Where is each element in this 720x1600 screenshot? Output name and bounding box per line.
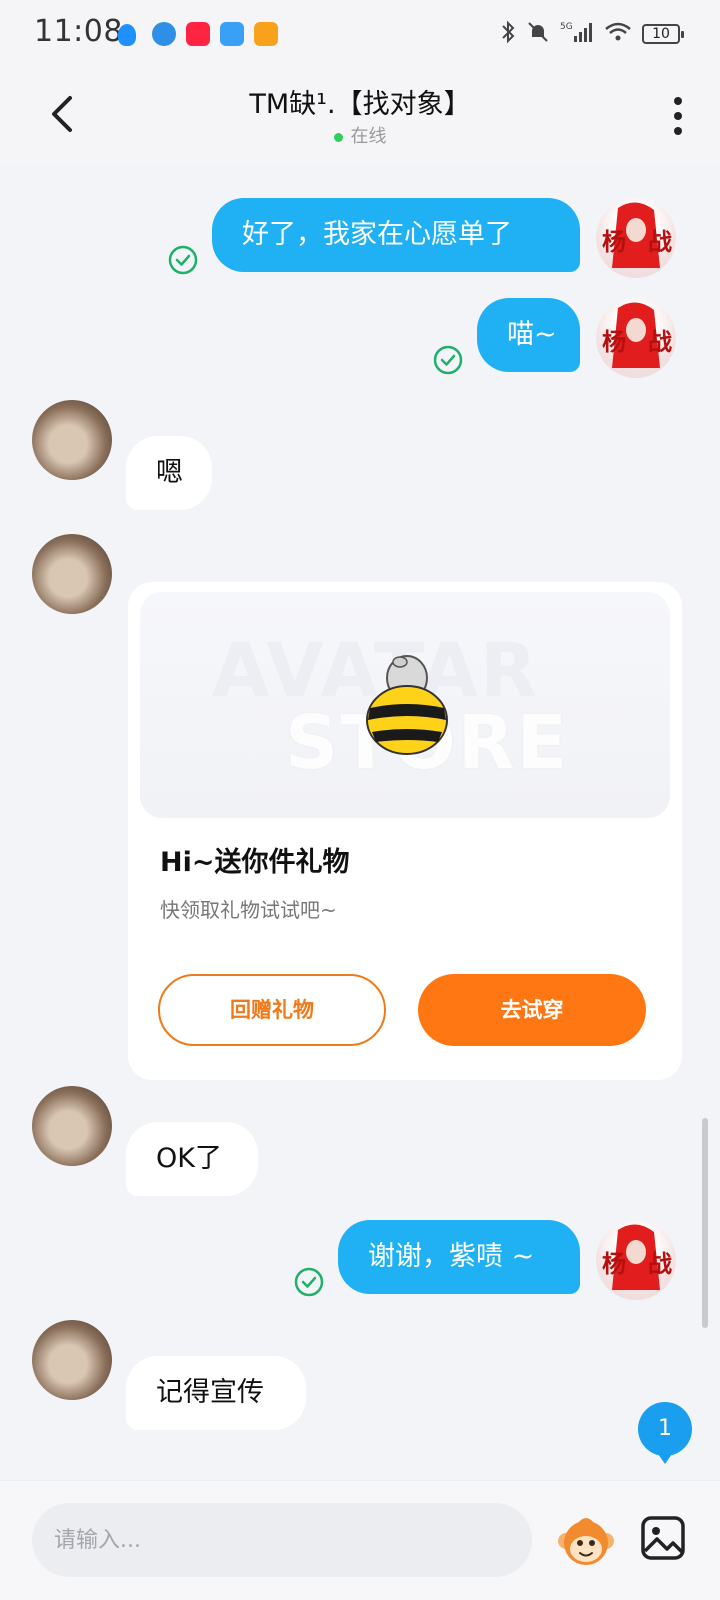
gift-subtitle: 快领取礼物试试吧~	[160, 898, 337, 922]
message-bubble-sent[interactable]: 谢谢，紫啧 ~	[338, 1220, 580, 1294]
more-options-button[interactable]	[668, 94, 688, 138]
contact-avatar[interactable]	[32, 1086, 112, 1166]
video-app-icon	[254, 22, 278, 46]
weather-app-icon	[220, 22, 244, 46]
browser-app-icon	[152, 22, 176, 46]
xiaohongshu-app-icon	[186, 22, 210, 46]
my-avatar[interactable]: 杨战	[596, 198, 676, 278]
svg-text:战: 战	[648, 1249, 672, 1278]
read-check-icon	[433, 345, 463, 375]
unread-count-badge[interactable]: 1	[638, 1402, 692, 1464]
chat-header: TM缺¹.【找对象】 在线	[0, 68, 720, 164]
chat-title: TM缺¹.【找对象】	[249, 89, 471, 120]
return-gift-button[interactable]: 回赠礼物	[158, 974, 386, 1046]
message-bubble-received[interactable]: 嗯	[126, 436, 212, 510]
my-avatar[interactable]: 杨战	[596, 298, 676, 378]
gift-image: AVATAR STORE	[140, 592, 670, 818]
monkey-sticker-icon	[558, 1518, 614, 1565]
message-bubble-sent[interactable]: 喵~	[477, 298, 580, 372]
contact-avatar[interactable]	[32, 400, 112, 480]
message-bubble-sent[interactable]: 好了，我家在心愿单了	[212, 198, 580, 272]
contact-avatar[interactable]	[32, 534, 112, 614]
svg-text:杨: 杨	[602, 327, 626, 356]
status-bar: 11:08 5G 10	[0, 0, 720, 68]
contact-avatar[interactable]	[32, 1320, 112, 1400]
mute-bell-icon	[526, 20, 550, 49]
status-time: 11:08	[34, 14, 123, 49]
image-button[interactable]	[640, 1515, 686, 1561]
gift-card[interactable]: AVATAR STORE Hi~送你件礼物 快领取礼物试试吧~ 回赠礼物 去试穿	[128, 582, 682, 1080]
wifi-icon	[604, 21, 632, 48]
image-icon	[641, 1516, 685, 1560]
svg-text:杨: 杨	[602, 227, 626, 256]
message-bubble-received[interactable]: OK了	[126, 1122, 258, 1196]
try-on-button[interactable]: 去试穿	[418, 974, 646, 1046]
scrollbar[interactable]	[702, 1118, 708, 1328]
read-check-icon	[294, 1267, 324, 1297]
gift-title: Hi~送你件礼物	[160, 847, 350, 878]
online-status: 在线	[0, 122, 720, 148]
message-input[interactable]	[32, 1503, 532, 1577]
sticker-button[interactable]	[556, 1511, 616, 1571]
my-avatar[interactable]: 杨战	[596, 1220, 676, 1300]
more-vertical-icon	[674, 97, 682, 135]
online-status-label: 在线	[350, 126, 387, 147]
battery-icon: 10	[642, 24, 684, 44]
bluetooth-icon	[500, 20, 516, 49]
svg-text:战: 战	[648, 327, 672, 356]
svg-text:战: 战	[648, 227, 672, 256]
online-dot	[333, 132, 343, 142]
svg-text:5G: 5G	[560, 22, 573, 32]
shield-app-icon	[118, 24, 136, 46]
read-check-icon	[168, 245, 198, 275]
bee-plush-icon	[366, 655, 448, 755]
message-bubble-received[interactable]: 记得宣传	[126, 1356, 306, 1430]
signal-icon: 5G	[560, 20, 594, 49]
input-bar	[0, 1480, 720, 1600]
svg-text:杨: 杨	[602, 1249, 626, 1278]
